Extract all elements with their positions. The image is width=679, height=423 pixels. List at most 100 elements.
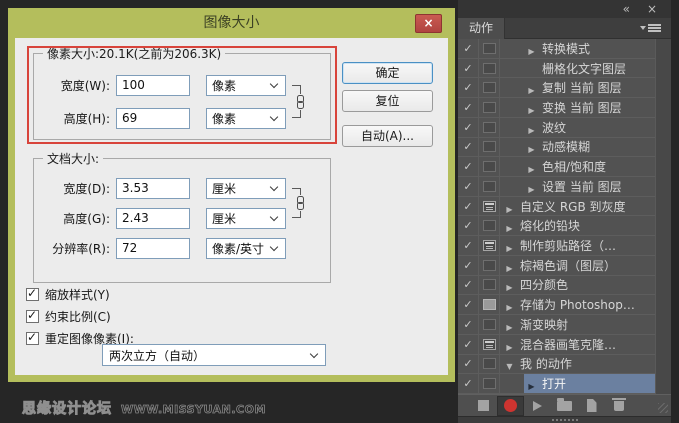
panel-menu-icon[interactable] [640, 24, 661, 30]
value-input[interactable]: 100 [116, 74, 190, 96]
expand-triangle-icon[interactable] [502, 335, 517, 354]
action-row[interactable]: 栅格化文字图层 [458, 58, 655, 79]
unit-dropdown[interactable]: 厘米 [206, 207, 286, 229]
value-input[interactable]: 3.53 [116, 177, 190, 199]
tab-actions[interactable]: 动作 [458, 18, 506, 39]
expand-triangle-icon[interactable] [502, 315, 517, 334]
expand-triangle-icon[interactable] [502, 256, 517, 275]
expand-triangle-icon[interactable] [502, 197, 517, 216]
dialog-toggle-icon[interactable] [479, 78, 500, 98]
panel-resize-handle[interactable] [458, 416, 671, 423]
reset-button[interactable]: 复位 [342, 90, 433, 112]
item-enabled-check-icon[interactable] [458, 354, 479, 374]
expand-triangle-icon[interactable] [524, 374, 539, 393]
action-row[interactable]: 我 的动作 [458, 354, 655, 375]
ok-button[interactable]: 确定 [342, 62, 433, 84]
dialog-toggle-icon[interactable] [479, 334, 500, 354]
action-row[interactable]: 自定义 RGB 到灰度 [458, 196, 655, 217]
dialog-toggle-icon[interactable] [479, 117, 500, 137]
dialog-toggle-icon[interactable] [479, 255, 500, 275]
delete-button[interactable] [605, 396, 632, 416]
stop-button[interactable] [470, 396, 497, 416]
new-action-button[interactable] [578, 396, 605, 416]
play-button[interactable] [524, 396, 551, 416]
dialog-toggle-icon[interactable] [479, 374, 500, 393]
dialog-toggle-icon[interactable] [479, 295, 500, 315]
action-row[interactable]: 渐变映射 [458, 315, 655, 335]
expand-triangle-icon[interactable] [502, 216, 517, 235]
expand-triangle-icon[interactable] [524, 98, 539, 117]
dialog-toggle-icon[interactable] [479, 216, 500, 236]
checkbox-checked-icon[interactable] [26, 308, 39, 323]
expand-triangle-icon[interactable] [524, 137, 539, 156]
chain-link-icon[interactable] [295, 93, 305, 110]
dialog-toggle-icon[interactable] [479, 354, 500, 374]
option-row[interactable]: 约束比例(C) [26, 305, 134, 327]
item-enabled-check-icon[interactable] [458, 78, 479, 98]
option-row[interactable]: 缩放样式(Y) [26, 283, 134, 305]
item-enabled-check-icon[interactable] [458, 255, 479, 275]
action-row[interactable]: 动感模糊 [458, 137, 655, 158]
item-enabled-check-icon[interactable] [458, 334, 479, 354]
checkbox-checked-icon[interactable] [26, 330, 39, 345]
action-row[interactable]: 制作剪贴路径（… [458, 236, 655, 256]
expand-triangle-icon[interactable] [502, 295, 517, 314]
action-row[interactable]: 熔化的铅块 [458, 216, 655, 237]
chain-link-icon[interactable] [295, 195, 305, 211]
item-enabled-check-icon[interactable] [458, 315, 479, 334]
unit-dropdown[interactable]: 像素 [206, 107, 286, 129]
action-row[interactable]: 混合器画笔克隆… [458, 334, 655, 355]
dialog-toggle-icon[interactable] [479, 157, 500, 177]
action-row[interactable]: 棕褐色调（图层） [458, 255, 655, 276]
action-row[interactable]: 四分颜色 [458, 275, 655, 296]
action-row[interactable]: 变换 当前 图层 [458, 98, 655, 118]
checkbox-checked-icon[interactable] [26, 286, 39, 301]
dialog-toggle-icon[interactable] [479, 137, 500, 157]
resize-grip-icon[interactable] [658, 403, 668, 413]
item-enabled-check-icon[interactable] [458, 58, 479, 78]
value-input[interactable]: 2.43 [116, 207, 190, 229]
dialog-toggle-icon[interactable] [479, 236, 500, 255]
expand-triangle-icon[interactable] [502, 236, 517, 255]
item-enabled-check-icon[interactable] [458, 98, 479, 117]
expand-triangle-icon[interactable] [524, 78, 539, 97]
expand-triangle-icon[interactable] [502, 275, 517, 294]
expand-triangle-icon[interactable] [524, 157, 539, 176]
record-button[interactable] [497, 395, 524, 416]
item-enabled-check-icon[interactable] [458, 137, 479, 157]
expand-triangle-icon[interactable] [502, 354, 517, 373]
dialog-close-button[interactable]: × [415, 14, 442, 33]
expand-triangle-icon[interactable] [524, 177, 539, 196]
unit-dropdown[interactable]: 像素/英寸 [206, 237, 286, 259]
item-enabled-check-icon[interactable] [458, 275, 479, 295]
action-row[interactable]: 波纹 [458, 117, 655, 138]
item-enabled-check-icon[interactable] [458, 196, 479, 216]
resample-method-dropdown[interactable]: 两次立方（自动） [102, 344, 326, 366]
item-enabled-check-icon[interactable] [458, 177, 479, 196]
expand-triangle-icon[interactable] [524, 118, 539, 137]
value-input[interactable]: 72 [116, 237, 190, 259]
action-row[interactable]: 转换模式 [458, 39, 655, 59]
dialog-toggle-icon[interactable] [479, 98, 500, 117]
value-input[interactable]: 69 [116, 107, 190, 129]
dialog-toggle-icon[interactable] [479, 39, 500, 58]
item-enabled-check-icon[interactable] [458, 236, 479, 255]
action-row[interactable]: 设置 当前 图层 [458, 177, 655, 197]
dialog-toggle-icon[interactable] [479, 196, 500, 216]
unit-dropdown[interactable]: 厘米 [206, 177, 286, 199]
action-row[interactable]: 打开 [458, 374, 655, 394]
collapse-panel-icon[interactable]: « [623, 1, 630, 17]
dialog-toggle-icon[interactable] [479, 315, 500, 334]
scrollbar-track[interactable] [655, 39, 671, 394]
action-row[interactable]: 存储为 Photoshop… [458, 295, 655, 316]
item-enabled-check-icon[interactable] [458, 39, 479, 58]
dialog-toggle-icon[interactable] [479, 58, 500, 78]
action-row[interactable]: 复制 当前 图层 [458, 78, 655, 99]
item-enabled-check-icon[interactable] [458, 157, 479, 177]
item-enabled-check-icon[interactable] [458, 216, 479, 236]
action-row[interactable]: 色相/饱和度 [458, 157, 655, 178]
auto-button[interactable]: 自动(A)... [342, 125, 433, 147]
unit-dropdown[interactable]: 像素 [206, 74, 286, 96]
dialog-toggle-icon[interactable] [479, 177, 500, 196]
expand-triangle-icon[interactable] [524, 39, 539, 58]
